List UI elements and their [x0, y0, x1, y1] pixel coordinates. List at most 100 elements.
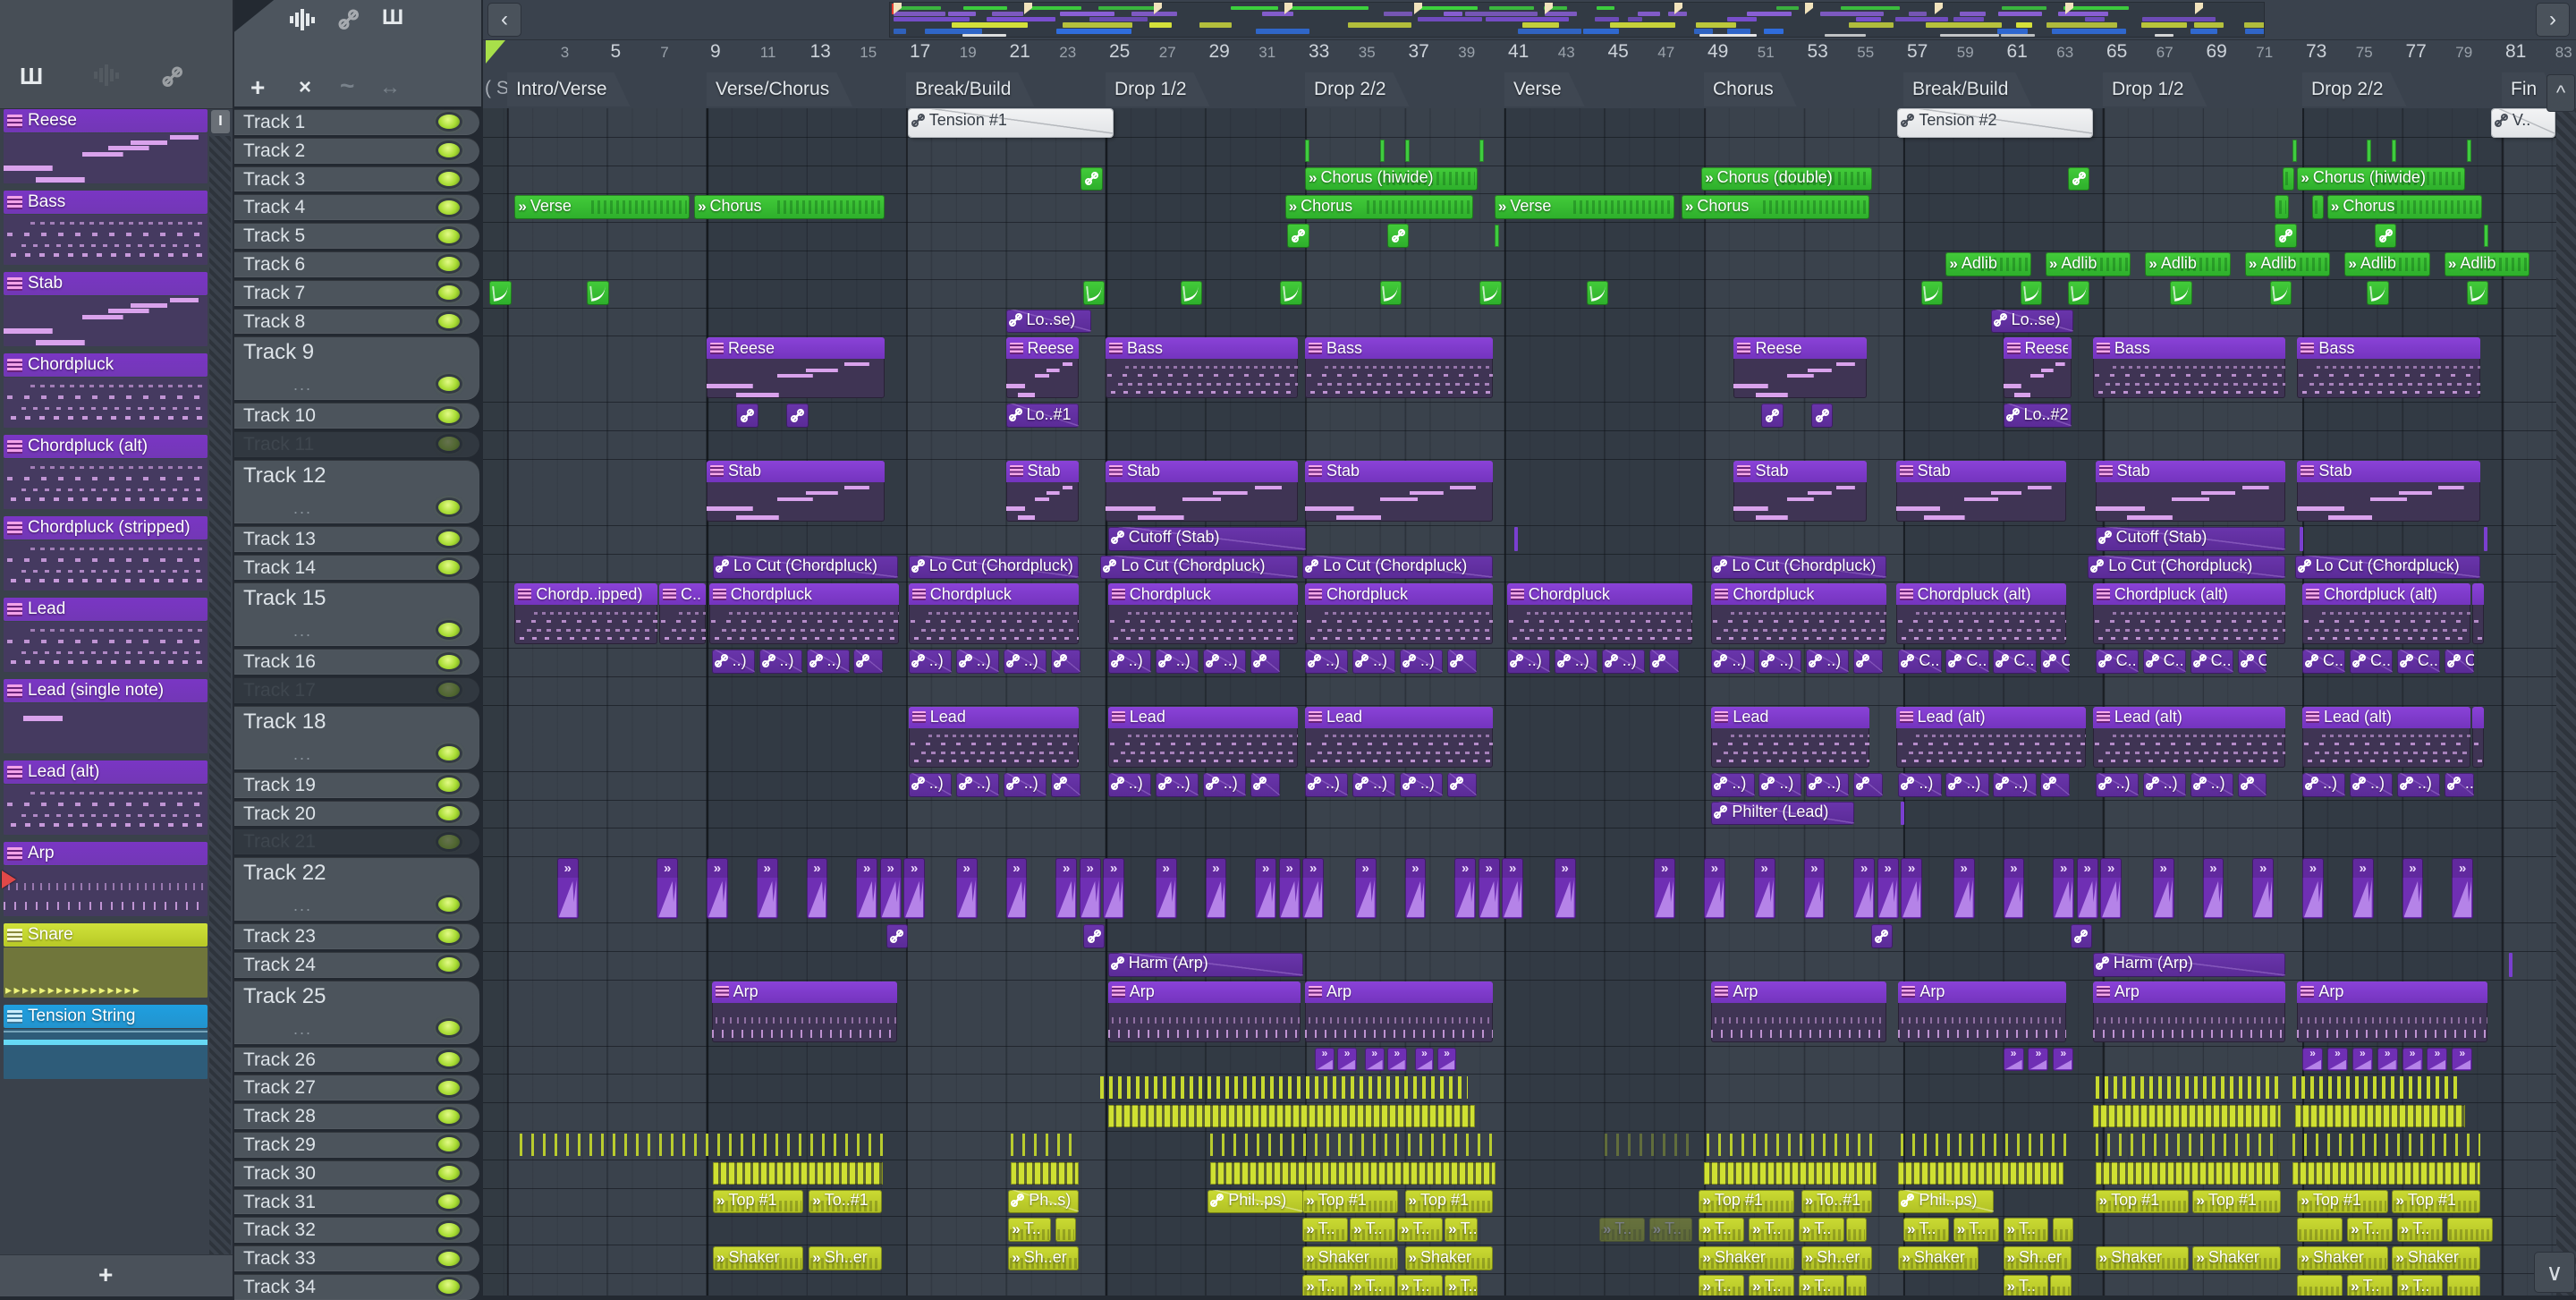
playlist-lane-track-8[interactable]: [483, 308, 2556, 337]
percussion-comb-clip[interactable]: [2295, 1105, 2465, 1127]
audio-clip-t-[interactable]: »T..: [1699, 1218, 1744, 1242]
percussion-comb-clip[interactable]: [1210, 1162, 1496, 1185]
track-mute-led[interactable]: [438, 200, 460, 215]
track-header-25[interactable]: Track 25...: [234, 981, 479, 1044]
automation-sliver[interactable]: [2484, 527, 2487, 551]
marker-drop-2-2[interactable]: Drop 2/2: [1305, 72, 1410, 106]
automation-clip-auto[interactable]: [1853, 650, 1883, 674]
arp-audio-clip[interactable]: »: [1080, 858, 1101, 919]
tension-tab-v-[interactable]: V..: [2492, 109, 2555, 137]
automation-clip-c-[interactable]: C..: [2445, 650, 2474, 674]
audio-clip-yellow[interactable]: [1846, 1275, 1867, 1296]
track-header-23[interactable]: Track 23: [234, 923, 479, 949]
audio-clip-shaker[interactable]: »Shaker: [1302, 1246, 1398, 1270]
percussion-comb-clip[interactable]: [1901, 1134, 2066, 1156]
automation-clip-green[interactable]: [2068, 281, 2089, 305]
automation-clip--[interactable]: ..): [1507, 650, 1550, 674]
audio-clip-yellow[interactable]: [2297, 1275, 2343, 1296]
track-mute-led[interactable]: [438, 655, 460, 669]
pattern-item-bass[interactable]: Bass: [4, 191, 208, 266]
automation-clip-c-[interactable]: C..: [2190, 650, 2233, 674]
percussion-comb-clip[interactable]: [1100, 1076, 1468, 1099]
pattern-clip-reese[interactable]: Reese: [1733, 337, 1867, 398]
automation-clip-green[interactable]: [2270, 281, 2292, 305]
arp-audio-clip[interactable]: »: [1156, 858, 1177, 919]
automation-clip-small[interactable]: [786, 404, 808, 428]
audio-clip-chorus[interactable]: »Chorus: [1682, 195, 1869, 219]
audio-clip-t-[interactable]: »T..: [2397, 1218, 2443, 1242]
automation-clip-c-[interactable]: C..: [2397, 650, 2440, 674]
track-header-12[interactable]: Track 12...: [234, 460, 479, 523]
add-track-button[interactable]: +: [250, 73, 265, 102]
arp-audio-clip[interactable]: »: [2004, 858, 2025, 919]
track-header-24[interactable]: Track 24: [234, 952, 479, 978]
track-header-5[interactable]: Track 5: [234, 223, 479, 249]
audio-clip-adlib[interactable]: »Adlib: [2145, 252, 2231, 276]
automation-clip--[interactable]: ..): [1352, 650, 1395, 674]
arp-audio-clip[interactable]: »: [1405, 858, 1427, 919]
audio-clip-shaker[interactable]: »Shaker: [2096, 1246, 2189, 1270]
arp-audio-clip-small[interactable]: »: [2028, 1048, 2048, 1072]
automation-clip-auto[interactable]: [853, 650, 883, 674]
track-mute-led[interactable]: [438, 1252, 460, 1266]
audio-sliver-green[interactable]: [2392, 140, 2396, 162]
track-header-19[interactable]: Track 19: [234, 772, 479, 798]
percussion-comb-clip[interactable]: [713, 1162, 883, 1185]
arp-audio-clip-small[interactable]: »: [2302, 1048, 2323, 1072]
track-header-28[interactable]: Track 28: [234, 1103, 479, 1129]
arp-audio-clip-small[interactable]: »: [2004, 1048, 2024, 1072]
playlist-lane-track-1[interactable]: [483, 108, 2556, 138]
arp-audio-clip[interactable]: »: [657, 858, 678, 919]
automation-clip-small[interactable]: [886, 924, 908, 948]
stretch-tool-icon[interactable]: ↔: [379, 75, 401, 100]
percussion-comb-clip[interactable]: [1210, 1134, 1496, 1156]
audio-clip-t-[interactable]: »T..: [1397, 1275, 1443, 1296]
audio-clip-top-#1[interactable]: »Top #1: [1405, 1190, 1493, 1214]
arp-audio-clip-small[interactable]: »: [1365, 1048, 1385, 1072]
automation-clip--[interactable]: ..): [1108, 773, 1151, 797]
audio-clip-t-[interactable]: »T..: [2347, 1275, 2393, 1296]
audio-clip-shaker[interactable]: »Shaker: [1699, 1246, 1794, 1270]
pattern-item-stab[interactable]: Stab: [4, 272, 208, 347]
audio-clip-shaker[interactable]: »Shaker: [2192, 1246, 2280, 1270]
audio-clip-yellow[interactable]: [2447, 1218, 2493, 1242]
pattern-clip-chordpluck[interactable]: Chordpluck: [1507, 583, 1692, 644]
audio-clip-chorus-hiwide-[interactable]: »Chorus (hiwide): [1305, 167, 1478, 191]
pattern-clip-pat[interactable]: [2472, 707, 2484, 768]
pattern-item-snare[interactable]: Snare: [4, 923, 208, 998]
automation-clip-green[interactable]: [1587, 281, 1608, 305]
track-header-22[interactable]: Track 22...: [234, 857, 479, 921]
pattern-item-arp[interactable]: Arp: [4, 842, 208, 917]
pattern-clip-chordpluck[interactable]: Chordpluck: [1305, 583, 1493, 644]
arp-audio-clip[interactable]: »: [1006, 858, 1028, 919]
automation-clip-lo-cut-chordpluck-[interactable]: Lo Cut (Chordpluck): [909, 556, 1079, 580]
audio-clip-t-[interactable]: »T..: [1350, 1275, 1395, 1296]
automation-clip--[interactable]: ..): [909, 773, 952, 797]
audio-clip-t-[interactable]: »T..: [2004, 1218, 2049, 1242]
track-header-8[interactable]: Track 8: [234, 309, 479, 335]
pattern-clip-chordpluck-alt-[interactable]: Chordpluck (alt): [1896, 583, 2066, 644]
automation-tracks-icon[interactable]: [340, 11, 358, 29]
automation-clip-auto[interactable]: [1447, 773, 1477, 797]
pattern-clip-chordp-ipped-[interactable]: Chordp..ipped): [514, 583, 657, 644]
automation-clip-c-[interactable]: C..: [1945, 650, 1988, 674]
automation-clip--[interactable]: ..): [1108, 650, 1151, 674]
track-mute-led[interactable]: [438, 1109, 460, 1124]
arp-audio-clip-small[interactable]: »: [1337, 1048, 1357, 1072]
track-header-11[interactable]: Track 11: [234, 431, 479, 457]
automation-clip--[interactable]: ..): [1945, 773, 1988, 797]
playlist-lane-track-26[interactable]: [483, 1046, 2556, 1075]
audio-clip-t-[interactable]: »T..: [2397, 1275, 2443, 1296]
track-header-9[interactable]: Track 9...: [234, 336, 479, 400]
track-mute-led[interactable]: [438, 1279, 460, 1294]
automation-clip--[interactable]: ..): [2397, 773, 2440, 797]
automation-clip--[interactable]: ..): [1555, 650, 1597, 674]
arp-audio-clip-small[interactable]: »: [1315, 1048, 1335, 1072]
percussion-comb-clip[interactable]: [1704, 1162, 1877, 1185]
pattern-clip-arp[interactable]: Arp: [712, 981, 897, 1042]
audio-sliver-green[interactable]: [2292, 140, 2297, 162]
arp-audio-clip-small[interactable]: »: [2352, 1048, 2373, 1072]
curve-tool-icon[interactable]: ~: [340, 72, 354, 100]
pattern-item-lead-single-note-[interactable]: Lead (single note): [4, 679, 208, 754]
playlist-lane-track-2[interactable]: [483, 137, 2556, 166]
